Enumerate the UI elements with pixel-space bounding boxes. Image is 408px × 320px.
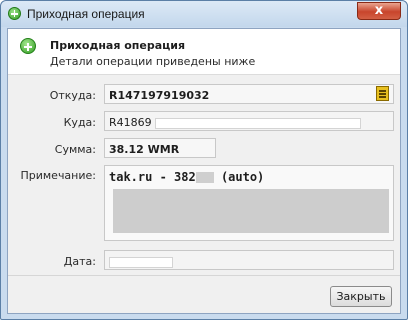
to-label: Куда:	[63, 116, 96, 129]
dialog-footer: Закрыть	[8, 275, 400, 313]
header-subtitle: Детали операции приведены ниже	[50, 55, 256, 68]
window-title: Приходная операция	[27, 7, 145, 21]
to-value: R41869	[109, 116, 152, 129]
note-prefix: tak.ru - 382	[109, 170, 196, 184]
from-value: R147197919032	[109, 89, 210, 102]
dialog-body: Приходная операция Детали операции приве…	[7, 28, 401, 314]
redacted-block	[113, 189, 389, 233]
dialog-header: Приходная операция Детали операции приве…	[8, 29, 400, 75]
sum-value: 38.12 WMR	[109, 143, 180, 156]
redacted-block	[195, 172, 214, 183]
address-book-icon[interactable]	[376, 86, 389, 101]
date-label: Дата:	[63, 255, 96, 268]
add-circle-icon	[20, 38, 36, 54]
note-suffix: (auto)	[220, 170, 265, 184]
add-circle-icon	[8, 7, 21, 20]
note-text: tak.ru - 382 (auto)	[109, 170, 264, 184]
window-close-button[interactable]: x	[357, 2, 401, 20]
to-field[interactable]: R41869	[104, 111, 394, 131]
note-label: Примечание:	[20, 169, 96, 182]
sum-field[interactable]: 38.12 WMR	[104, 138, 216, 158]
close-button[interactable]: Закрыть	[330, 286, 392, 307]
redacted-block	[109, 256, 173, 268]
date-field[interactable]	[104, 250, 394, 270]
note-field[interactable]: tak.ru - 382 (auto)	[104, 165, 394, 241]
title-bar[interactable]: Приходная операция x	[1, 1, 407, 27]
redacted-block	[155, 117, 362, 129]
from-label: Откуда:	[49, 89, 96, 102]
dialog-window: Приходная операция x Приходная операция …	[0, 0, 408, 320]
from-field[interactable]: R147197919032	[104, 84, 394, 104]
sum-label: Сумма:	[54, 143, 96, 156]
header-title: Приходная операция	[50, 39, 186, 52]
